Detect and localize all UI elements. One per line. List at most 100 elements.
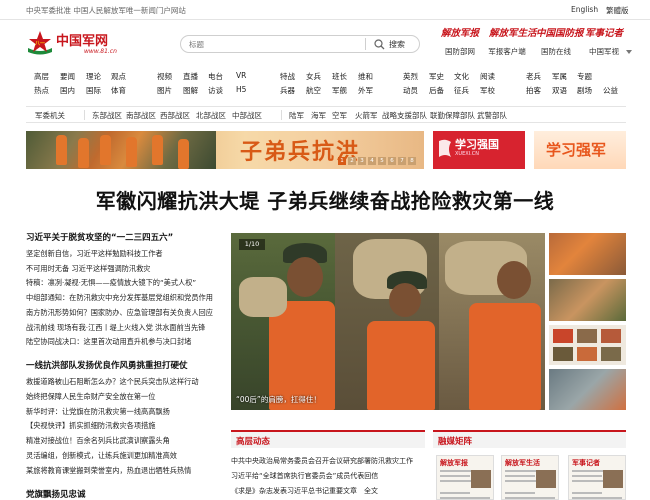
nav-item[interactable]: 高层 bbox=[34, 71, 49, 82]
news-link[interactable]: 始终把保障人民生命财产安全放在第一位 bbox=[26, 392, 226, 402]
nav-item[interactable]: VR bbox=[236, 71, 246, 80]
english-link[interactable]: English bbox=[571, 5, 598, 14]
region-nav-item[interactable]: 北部战区 bbox=[196, 110, 226, 121]
section-title[interactable]: 一线抗洪部队发扬优良作风勇挑重担打硬仗 bbox=[26, 359, 188, 371]
site-logo[interactable]: 八一 中国军网 www.81.cn bbox=[26, 29, 121, 59]
news-link[interactable]: 习近平给“全球首席执行官委员会”成员代表回信 bbox=[231, 471, 425, 481]
nav-item[interactable]: 国内 bbox=[60, 85, 75, 96]
nav-item[interactable]: 文化 bbox=[454, 71, 469, 82]
news-link[interactable]: 特稿：凛冽·凝视·无惧——疫情放大镜下的“美式人权” bbox=[26, 278, 226, 288]
nav-item[interactable]: 图解 bbox=[183, 85, 198, 96]
news-link[interactable]: 【央视快评】抓实抓细防汛救灾各项措施 bbox=[26, 421, 226, 431]
region-nav-item[interactable]: 空军 bbox=[332, 110, 347, 121]
channel-guofang-online[interactable]: 国防在线 bbox=[532, 45, 580, 59]
nav-item[interactable]: 理论 bbox=[86, 71, 101, 82]
traditional-chinese-link[interactable]: 繁體版 bbox=[606, 5, 629, 16]
nav-item[interactable]: 体育 bbox=[111, 85, 126, 96]
nav-item[interactable]: 兵器 bbox=[280, 85, 295, 96]
news-link[interactable]: 陆空协同战决口：这里首次动用直升机参与决口封堵 bbox=[26, 337, 226, 347]
xuexi-qiangjun-banner[interactable]: 学习强军 bbox=[534, 131, 626, 169]
tab-rongmei-juzhen[interactable]: 融媒矩阵 bbox=[433, 430, 626, 448]
nav-item[interactable]: 直播 bbox=[183, 71, 198, 82]
nav-item[interactable]: 班长 bbox=[332, 71, 347, 82]
news-link[interactable]: 灵活编组，创新模式，让练兵施训更加精准高效 bbox=[26, 451, 226, 461]
news-link[interactable]: 新华时评：让党旗在防汛救灾第一线高高飘扬 bbox=[26, 407, 226, 417]
news-link[interactable]: 战汛前线 现场有我·江西丨堤上火线入党 洪水面前当先锋 bbox=[26, 323, 226, 333]
nav-item[interactable]: 英烈 bbox=[403, 71, 418, 82]
photo-thumbnail[interactable] bbox=[549, 279, 626, 321]
nav-item[interactable]: 视频 bbox=[157, 71, 172, 82]
nav-item[interactable]: 维和 bbox=[358, 71, 373, 82]
nav-item[interactable]: 公益 bbox=[603, 85, 618, 96]
channel-junbao-app[interactable]: 军报客户端 bbox=[483, 45, 531, 59]
masthead-guofangbao[interactable]: 中国国防报 bbox=[536, 25, 584, 39]
section-title[interactable]: 党旗飘扬见忠诚 bbox=[26, 488, 86, 500]
channel-guofangbu[interactable]: 国防部网 bbox=[436, 45, 484, 59]
newspaper-cover[interactable]: 军事记者 bbox=[568, 455, 626, 500]
nav-item[interactable]: 女兵 bbox=[306, 71, 321, 82]
banner-page-dot[interactable]: 6 bbox=[388, 157, 396, 165]
xuexi-qiangguo-banner[interactable]: 学习强国 XUEXI.CN bbox=[433, 131, 525, 169]
nav-item[interactable]: 航空 bbox=[306, 85, 321, 96]
banner-page-dot[interactable]: 7 bbox=[398, 157, 406, 165]
region-nav-item[interactable]: 南部战区 bbox=[126, 110, 156, 121]
nav-item[interactable]: 老兵 bbox=[526, 71, 541, 82]
region-nav-item[interactable]: 陆军 bbox=[289, 110, 304, 121]
nav-item[interactable]: 拍客 bbox=[526, 85, 541, 96]
news-link[interactable]: 某旅将教育课堂搬到荣誉室内，热血退出牺牲兵热情 bbox=[26, 466, 226, 476]
nav-item[interactable]: H5 bbox=[236, 85, 246, 94]
region-nav-item[interactable]: 军委机关 bbox=[35, 110, 65, 121]
nav-item[interactable]: 动员 bbox=[403, 85, 418, 96]
news-link[interactable]: 精准对接战位！百余名列兵比武演训察露头角 bbox=[26, 436, 226, 446]
photo-carousel[interactable] bbox=[231, 233, 545, 410]
nav-item[interactable]: 热点 bbox=[34, 85, 49, 96]
nav-item[interactable]: 剧场 bbox=[577, 85, 592, 96]
region-nav-item[interactable]: 火箭军 bbox=[355, 110, 378, 121]
nav-item[interactable]: 电台 bbox=[208, 71, 223, 82]
news-link[interactable]: 中组部通知：在防汛救灾中充分发挥基层党组织和党员作用 bbox=[26, 293, 226, 303]
nav-item[interactable]: 双语 bbox=[552, 85, 567, 96]
nav-item[interactable]: 要闻 bbox=[60, 71, 75, 82]
nav-item[interactable]: 阅读 bbox=[480, 71, 495, 82]
news-link[interactable]: 不可用时无备 习近平这样强调防汛救灾 bbox=[26, 264, 226, 274]
news-link[interactable]: 《求是》杂志发表习近平总书记重要文章 全文 bbox=[231, 486, 425, 496]
photo-thumbnail[interactable] bbox=[549, 325, 626, 365]
nav-item[interactable]: 国际 bbox=[86, 85, 101, 96]
flood-relief-banner[interactable]: 子弟兵抗洪 12345678 bbox=[26, 131, 424, 169]
news-link[interactable]: 南方防汛形势如何？国家防办、应急管理部有关负责人回应 bbox=[26, 308, 226, 318]
masthead-junshi-jizhe[interactable]: 军事记者 bbox=[585, 25, 623, 39]
nav-item[interactable]: 军舰 bbox=[332, 85, 347, 96]
region-nav-item[interactable]: 中部战区 bbox=[232, 110, 262, 121]
region-nav-item[interactable]: 海军 bbox=[311, 110, 326, 121]
banner-page-dot[interactable]: 4 bbox=[368, 157, 376, 165]
news-link[interactable]: 救援道路被山石阻断怎么办？这个民兵突击队这样行动 bbox=[26, 377, 226, 387]
region-nav-item[interactable]: 东部战区 bbox=[92, 110, 122, 121]
search-input[interactable] bbox=[189, 38, 359, 51]
photo-thumbnail[interactable] bbox=[549, 369, 626, 410]
nav-item[interactable]: 图片 bbox=[157, 85, 172, 96]
nav-item[interactable]: 征兵 bbox=[454, 85, 469, 96]
banner-page-dot[interactable]: 1 bbox=[338, 157, 346, 165]
region-nav-item[interactable]: 武警部队 bbox=[477, 110, 507, 121]
nav-item[interactable]: 观点 bbox=[111, 71, 126, 82]
banner-page-dot[interactable]: 3 bbox=[358, 157, 366, 165]
search-button[interactable]: 搜索 bbox=[389, 39, 405, 50]
region-nav-item[interactable]: 联勤保障部队 bbox=[430, 110, 475, 121]
masthead-jiefangjun-shenghuo[interactable]: 解放军生活 bbox=[489, 25, 537, 39]
section-title[interactable]: 习近平关于脱贫攻坚的“一二三四五六” bbox=[26, 231, 173, 243]
search-icon[interactable] bbox=[374, 39, 385, 50]
main-headline[interactable]: 军徽闪耀抗洪大堤 子弟兵继续奋战抢险救灾第一线 bbox=[0, 185, 650, 214]
nav-item[interactable]: 军史 bbox=[429, 71, 444, 82]
channel-junshi-tv[interactable]: 中国军视 bbox=[580, 45, 628, 59]
region-nav-item[interactable]: 西部战区 bbox=[160, 110, 190, 121]
photo-thumbnail[interactable] bbox=[549, 233, 626, 275]
masthead-jiefangjunbao[interactable]: 解放军报 bbox=[441, 25, 479, 39]
news-link[interactable]: 坚定创新自信，习近平这样勉励科技工作者 bbox=[26, 249, 226, 259]
nav-item[interactable]: 访谈 bbox=[208, 85, 223, 96]
nav-item[interactable]: 外军 bbox=[358, 85, 373, 96]
news-link[interactable]: 中共中央政治局常务委员会召开会议研究部署防汛救灾工作 bbox=[231, 456, 425, 466]
banner-page-dot[interactable]: 5 bbox=[378, 157, 386, 165]
banner-page-dot[interactable]: 8 bbox=[408, 157, 416, 165]
nav-item[interactable]: 特战 bbox=[280, 71, 295, 82]
nav-item[interactable]: 专题 bbox=[577, 71, 592, 82]
